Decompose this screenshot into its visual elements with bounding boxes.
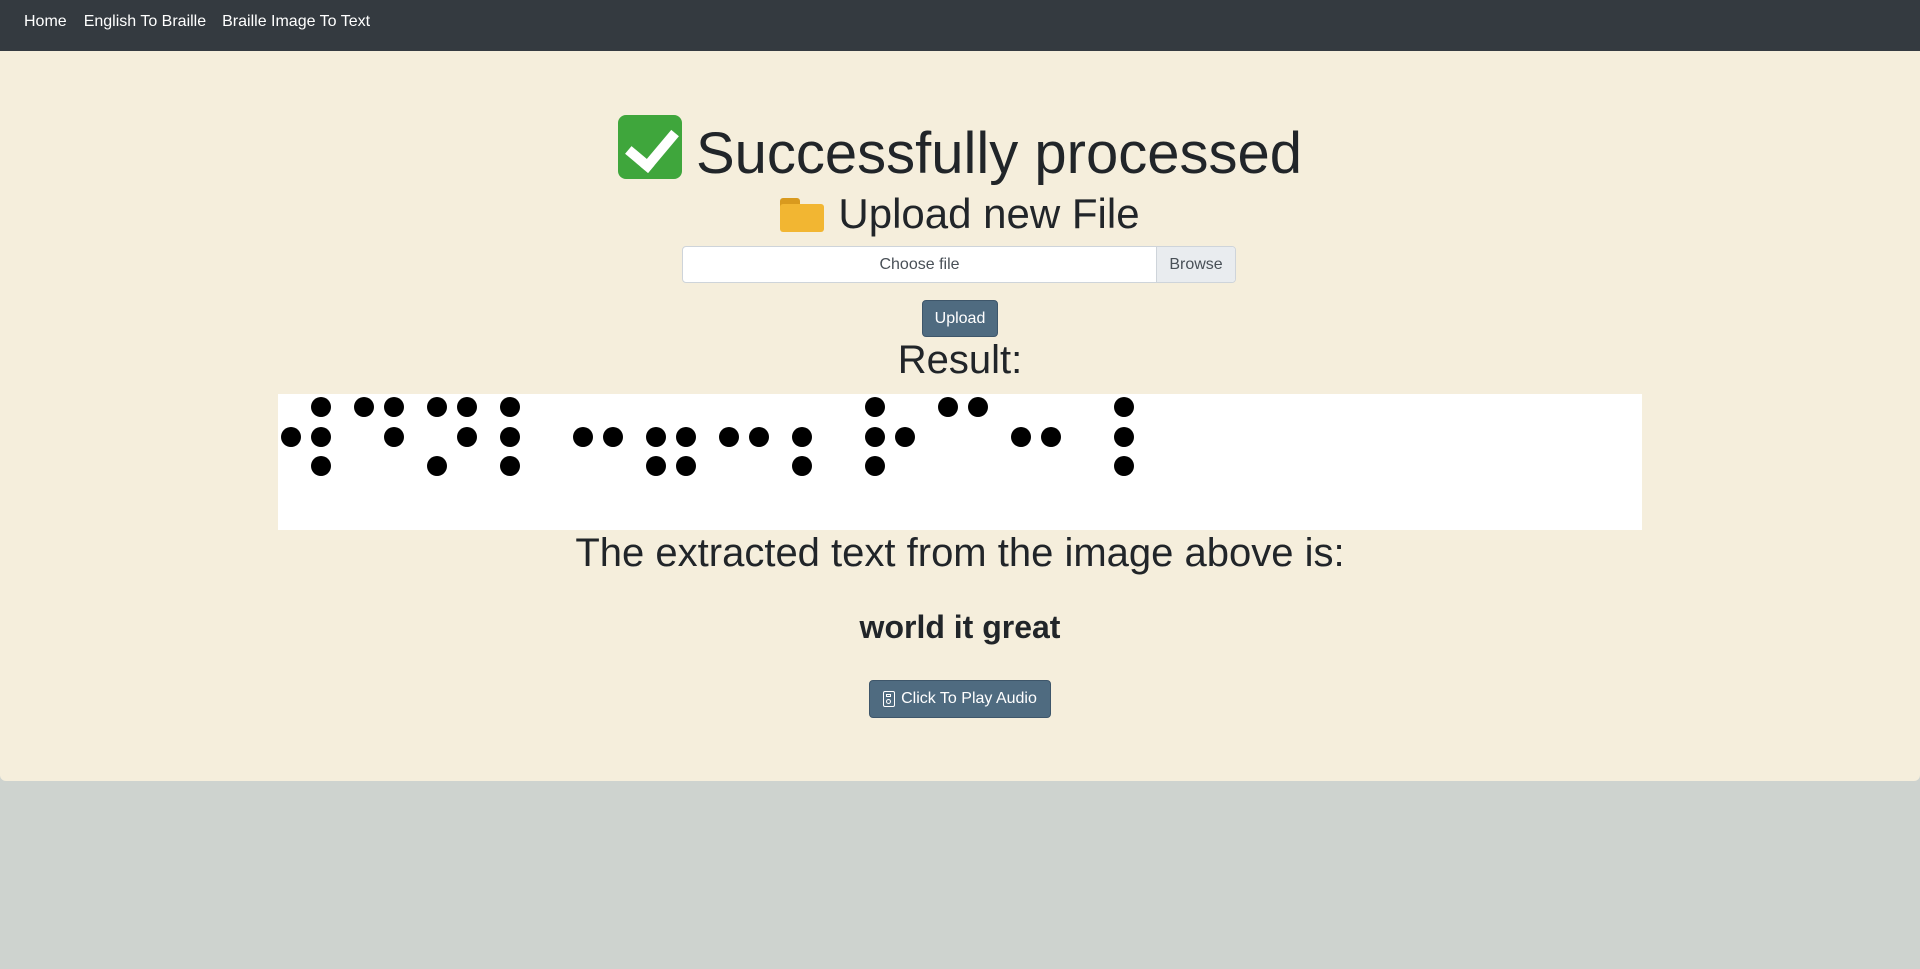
braille-dot bbox=[384, 397, 404, 417]
file-input-label[interactable]: Choose file bbox=[683, 247, 1156, 282]
extracted-heading: The extracted text from the image above … bbox=[575, 531, 1345, 575]
braille-dot bbox=[865, 397, 885, 417]
braille-dot bbox=[676, 427, 696, 447]
braille-dot bbox=[792, 427, 812, 447]
braille-dot bbox=[792, 456, 812, 476]
braille-dot bbox=[281, 427, 301, 447]
braille-dot bbox=[457, 427, 477, 447]
upload-button[interactable]: Upload bbox=[922, 300, 998, 337]
file-input[interactable]: Choose file Browse bbox=[682, 246, 1236, 283]
braille-dot bbox=[427, 397, 447, 417]
braille-dot bbox=[1041, 427, 1061, 447]
braille-dot bbox=[719, 427, 739, 447]
braille-dot bbox=[676, 456, 696, 476]
braille-image-svg bbox=[281, 397, 1134, 476]
nav-link-english-to-braille[interactable]: English To Braille bbox=[84, 12, 206, 32]
braille-dot bbox=[500, 456, 520, 476]
braille-dot bbox=[1011, 427, 1031, 447]
braille-dot bbox=[646, 427, 666, 447]
speaker-icon bbox=[883, 691, 896, 707]
braille-dot bbox=[311, 427, 331, 447]
nav-link-home[interactable]: Home bbox=[24, 12, 67, 32]
braille-dot bbox=[500, 427, 520, 447]
check-mark-icon bbox=[617, 115, 682, 179]
extracted-text: world it great bbox=[859, 609, 1061, 645]
braille-dot bbox=[311, 456, 331, 476]
braille-dot bbox=[1114, 456, 1134, 476]
navbar: Home English To Braille Braille Image To… bbox=[0, 0, 1920, 51]
braille-dot bbox=[968, 397, 988, 417]
status-title: Successfully processed bbox=[0, 115, 1920, 190]
braille-dot bbox=[384, 427, 404, 447]
braille-dot bbox=[500, 397, 520, 417]
upload-heading: Upload new File bbox=[0, 187, 1920, 241]
braille-dot bbox=[938, 397, 958, 417]
braille-dot bbox=[646, 456, 666, 476]
braille-dot bbox=[749, 427, 769, 447]
braille-dot bbox=[457, 397, 477, 417]
play-audio-button[interactable]: Click To Play Audio bbox=[869, 680, 1051, 718]
braille-image bbox=[278, 394, 1642, 530]
braille-dot bbox=[573, 427, 593, 447]
status-title-text: Successfully processed bbox=[695, 121, 1303, 186]
result-heading: Result: bbox=[897, 338, 1023, 382]
braille-dot bbox=[354, 397, 374, 417]
braille-dot bbox=[311, 397, 331, 417]
folder-icon bbox=[780, 198, 825, 232]
play-audio-label: Click To Play Audio bbox=[901, 690, 1037, 707]
braille-dot bbox=[865, 427, 885, 447]
braille-dot bbox=[1114, 427, 1134, 447]
braille-dot bbox=[603, 427, 623, 447]
main-card: Successfully processed Upload new File C… bbox=[0, 51, 1920, 781]
braille-dot bbox=[427, 456, 447, 476]
browse-button[interactable]: Browse bbox=[1156, 247, 1235, 282]
braille-dot bbox=[1114, 397, 1134, 417]
nav-link-braille-image-to-text[interactable]: Braille Image To Text bbox=[222, 12, 370, 32]
upload-heading-text: Upload new File bbox=[838, 190, 1140, 237]
braille-dot bbox=[895, 427, 915, 447]
braille-dot bbox=[865, 456, 885, 476]
